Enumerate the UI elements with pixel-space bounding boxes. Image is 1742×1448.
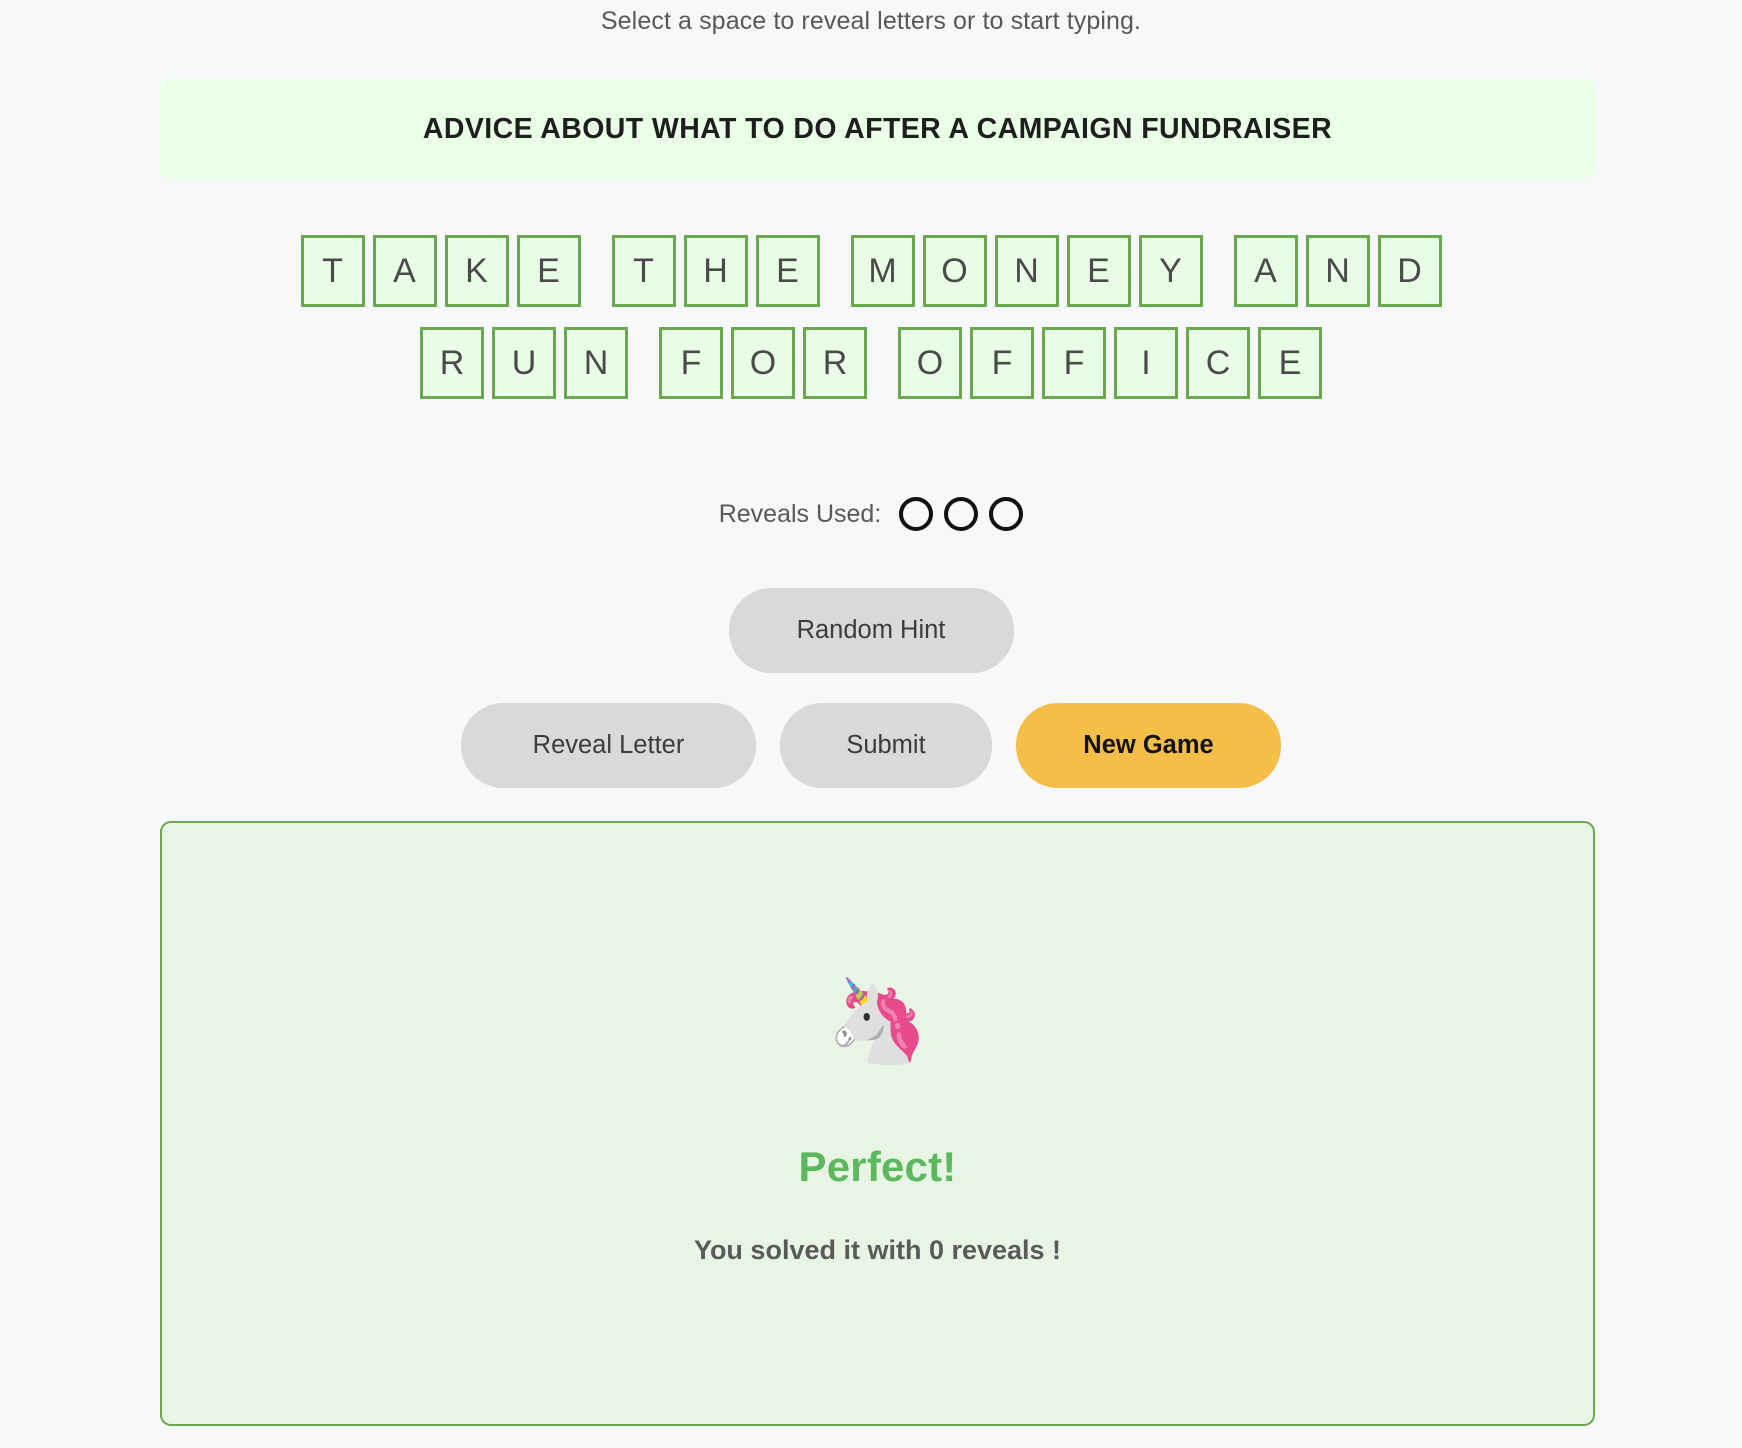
letter-tile[interactable]: O bbox=[898, 327, 962, 399]
letter-tile[interactable]: A bbox=[372, 235, 437, 307]
letter-tile[interactable]: U bbox=[492, 327, 556, 399]
letter-tile[interactable]: E bbox=[516, 235, 581, 307]
result-title: Perfect! bbox=[798, 1143, 957, 1190]
reveal-dot-icon bbox=[944, 497, 979, 531]
clue-banner: ADVICE ABOUT WHAT TO DO AFTER A CAMPAIGN… bbox=[160, 79, 1595, 179]
primary-action-row: Random Hint bbox=[0, 588, 1742, 673]
reveal-dot-icon bbox=[989, 497, 1024, 531]
unicorn-emoji: 🦄 bbox=[826, 974, 929, 1069]
letter-tile[interactable]: A bbox=[1233, 235, 1298, 307]
letter-tile[interactable]: M bbox=[850, 235, 915, 307]
result-subtitle: You solved it with 0 reveals ! bbox=[693, 1235, 1062, 1265]
random-hint-button[interactable]: Random Hint bbox=[728, 588, 1014, 673]
word-group: T H E bbox=[611, 235, 820, 307]
letter-tile[interactable]: T bbox=[611, 235, 676, 307]
letter-tile[interactable]: E bbox=[1066, 235, 1131, 307]
letter-tile[interactable]: Y bbox=[1138, 235, 1203, 307]
letter-tile[interactable]: O bbox=[922, 235, 987, 307]
word-group: T A K E bbox=[300, 235, 581, 307]
reveal-dot-icon bbox=[899, 497, 934, 531]
letter-tile[interactable]: O bbox=[731, 327, 795, 399]
letter-tile[interactable]: F bbox=[1042, 327, 1106, 399]
reveal-letter-button[interactable]: Reveal Letter bbox=[461, 703, 756, 788]
letter-tile[interactable]: I bbox=[1114, 327, 1178, 399]
letter-tile[interactable]: F bbox=[659, 327, 723, 399]
letter-tile[interactable]: N bbox=[994, 235, 1059, 307]
new-game-button[interactable]: New Game bbox=[1016, 703, 1281, 788]
word-group: O F F I C E bbox=[898, 327, 1322, 399]
reveals-used-label: Reveals Used: bbox=[718, 499, 882, 528]
instruction-text: Select a space to reveal letters or to s… bbox=[600, 7, 1142, 35]
letter-tile[interactable]: F bbox=[970, 327, 1034, 399]
letter-tile[interactable]: E bbox=[1258, 327, 1322, 399]
letter-tile[interactable]: C bbox=[1186, 327, 1250, 399]
letter-tile[interactable]: E bbox=[755, 235, 820, 307]
answer-tiles-area: T A K E T H E M O N E Y A N D R U N F O … bbox=[0, 235, 1742, 419]
letter-tile[interactable]: K bbox=[444, 235, 509, 307]
result-panel: 🦄 Perfect! You solved it with 0 reveals … bbox=[160, 821, 1595, 1426]
word-group: A N D bbox=[1233, 235, 1442, 307]
letter-tile[interactable]: D bbox=[1377, 235, 1442, 307]
letter-tile[interactable]: R bbox=[420, 327, 484, 399]
tile-row-2: R U N F O R O F F I C E bbox=[0, 327, 1742, 399]
letter-tile[interactable]: N bbox=[564, 327, 628, 399]
clue-text: ADVICE ABOUT WHAT TO DO AFTER A CAMPAIGN… bbox=[422, 112, 1333, 145]
reveal-dots-group bbox=[899, 497, 1024, 531]
word-group: R U N bbox=[420, 327, 628, 399]
puzzle-game-page: Select a space to reveal letters or to s… bbox=[0, 0, 1742, 1448]
letter-tile[interactable]: N bbox=[1305, 235, 1370, 307]
tile-row-1: T A K E T H E M O N E Y A N D bbox=[0, 235, 1742, 307]
secondary-action-row: Reveal Letter Submit New Game bbox=[0, 703, 1742, 788]
reveals-used-row: Reveals Used: bbox=[0, 497, 1742, 531]
letter-tile[interactable]: T bbox=[300, 235, 365, 307]
letter-tile[interactable]: H bbox=[683, 235, 748, 307]
letter-tile[interactable]: R bbox=[803, 327, 867, 399]
word-group: F O R bbox=[659, 327, 867, 399]
submit-button[interactable]: Submit bbox=[780, 703, 992, 788]
word-group: M O N E Y bbox=[850, 235, 1203, 307]
